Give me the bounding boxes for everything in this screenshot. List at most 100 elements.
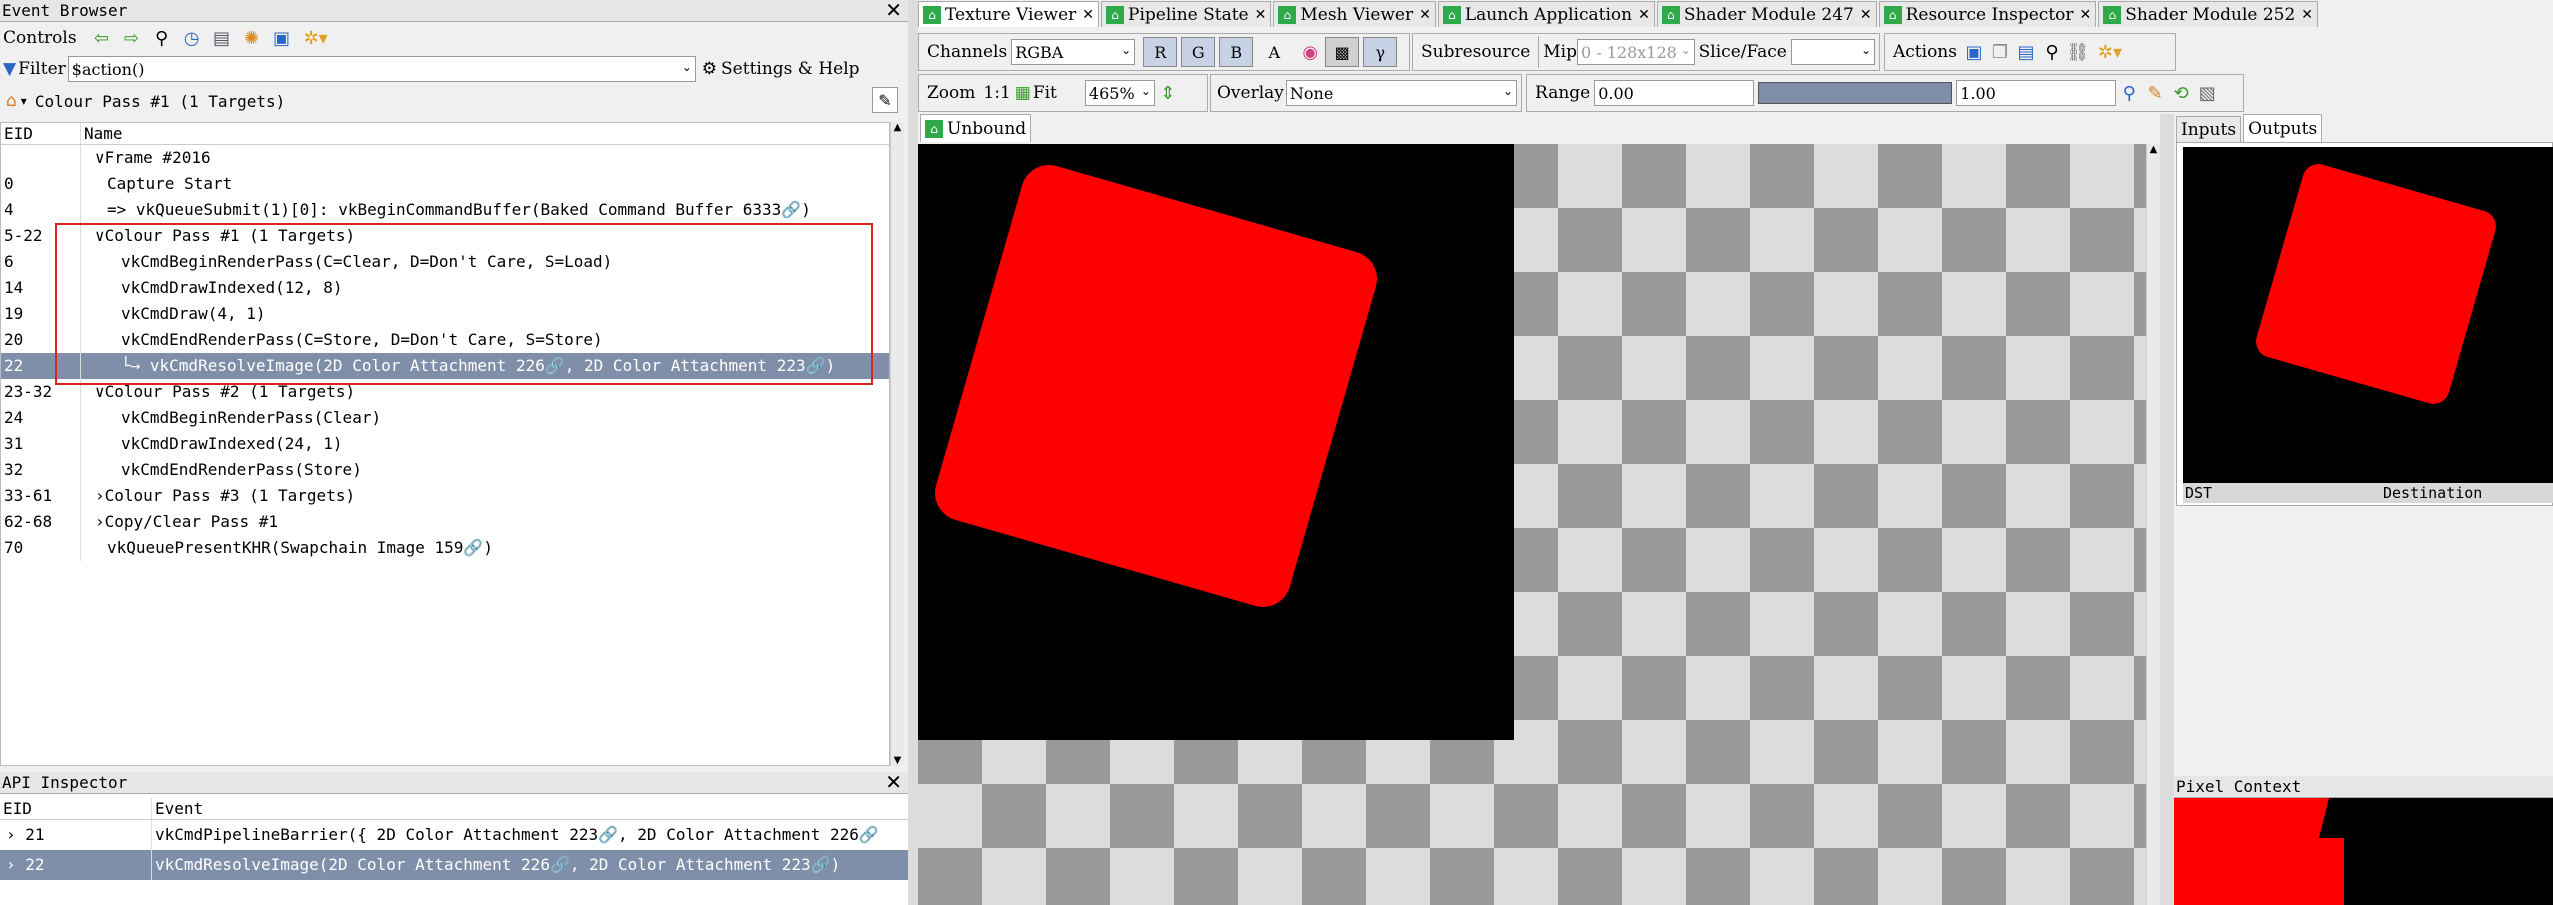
- auto-fit-icon[interactable]: ✎: [2142, 79, 2168, 107]
- event-row[interactable]: ∨Frame #2016: [1, 145, 889, 171]
- gear-icon[interactable]: ⚙: [702, 59, 717, 79]
- channel-a-toggle[interactable]: A: [1257, 37, 1292, 67]
- flag-icon[interactable]: ✺: [237, 24, 267, 52]
- close-icon[interactable]: ✕: [1082, 7, 1094, 23]
- tab-outputs[interactable]: Outputs: [2243, 114, 2323, 142]
- event-row[interactable]: 32 vkCmdEndRenderPass(Store): [1, 457, 889, 483]
- channel-b-toggle[interactable]: B: [1219, 37, 1254, 67]
- col-eid-header[interactable]: EID: [1, 123, 81, 144]
- output-thumbnail[interactable]: [2183, 147, 2553, 483]
- close-icon[interactable]: ✕: [2080, 7, 2092, 23]
- event-row[interactable]: 70 vkQueuePresentKHR(Swapchain Image 159🔗…: [1, 535, 889, 561]
- range-min-input[interactable]: 0.00: [1594, 80, 1755, 106]
- tab-texture-viewer[interactable]: ⌂ Texture Viewer ✕: [918, 1, 1099, 27]
- overlay-select[interactable]: None ⌄: [1285, 80, 1517, 106]
- event-row[interactable]: 33-61 ›Colour Pass #3 (1 Targets): [1, 483, 889, 509]
- close-icon[interactable]: ✕: [2301, 7, 2313, 23]
- zoom-select[interactable]: 465% ⌄: [1084, 80, 1155, 106]
- binoculars-icon[interactable]: ⚲: [147, 24, 177, 52]
- settings-dropdown-icon[interactable]: ✲▾: [297, 24, 335, 52]
- edit-icon[interactable]: ✎: [872, 87, 898, 113]
- name-cell: vkQueuePresentKHR(Swapchain Image 159🔗): [107, 538, 493, 557]
- event-row[interactable]: 62-68 ›Copy/Clear Pass #1: [1, 509, 889, 535]
- col-event-header[interactable]: Event: [152, 798, 203, 819]
- panel-splitter[interactable]: [908, 0, 918, 905]
- fit-button[interactable]: Fit: [1033, 83, 1057, 103]
- zoom-1to1-button[interactable]: 1:1: [983, 83, 1010, 103]
- color-wheel-icon[interactable]: ◉: [1295, 38, 1325, 66]
- close-icon[interactable]: ✕: [885, 771, 902, 793]
- gamma-toggle[interactable]: γ: [1363, 37, 1398, 67]
- histogram-icon[interactable]: ▧: [2194, 79, 2220, 107]
- binoculars-icon[interactable]: ⚲: [2039, 38, 2065, 66]
- settings-help-button[interactable]: Settings & Help: [721, 59, 860, 79]
- vertical-scrollbar[interactable]: ▲ ▼: [890, 122, 904, 766]
- channel-g-toggle[interactable]: G: [1181, 37, 1216, 67]
- save-icon[interactable]: ▣: [1961, 38, 1987, 66]
- vertical-scrollbar[interactable]: ▲: [2146, 144, 2160, 905]
- event-browser-toolbar: Controls ⇦ ⇨ ⚲ ◷ ▤ ✺ ▣ ✲▾: [0, 22, 908, 54]
- open-icon[interactable]: ▤: [2013, 38, 2039, 66]
- funnel-icon: ▼: [3, 59, 17, 79]
- col-name-header[interactable]: Name: [81, 123, 123, 144]
- copy-icon[interactable]: ❐: [1987, 38, 2013, 66]
- close-icon[interactable]: ✕: [885, 0, 902, 21]
- scroll-up-icon[interactable]: ▲: [2147, 144, 2160, 155]
- channel-r-toggle[interactable]: R: [1143, 37, 1178, 67]
- fit-icon[interactable]: ▦: [1015, 83, 1031, 103]
- tab-mesh-viewer[interactable]: ⌂ Mesh Viewer ✕: [1273, 1, 1436, 27]
- texture-tab-strip: ⌂ Unbound: [920, 114, 1033, 142]
- close-icon[interactable]: ✕: [1255, 7, 1267, 23]
- texture-canvas[interactable]: ▲: [918, 144, 2160, 905]
- bookmark-icon[interactable]: ▤: [207, 24, 237, 52]
- range-max-input[interactable]: 1.00: [1956, 80, 2117, 106]
- range-max-value: 1.00: [1960, 83, 1996, 103]
- home-icon[interactable]: ⌂: [6, 91, 17, 111]
- tab-shader-module-252[interactable]: ⌂ Shader Module 252 ✕: [2098, 1, 2319, 27]
- arrow-right-icon[interactable]: ⇨: [117, 24, 147, 52]
- scroll-up-icon[interactable]: ▲: [891, 122, 904, 133]
- chevron-right-icon[interactable]: ›: [6, 855, 25, 874]
- pixel-context-view[interactable]: [2174, 798, 2553, 905]
- name-cell: ›Copy/Clear Pass #1: [95, 512, 279, 531]
- range-slider[interactable]: [1758, 82, 1953, 104]
- channels-select[interactable]: RGBA ⌄: [1011, 39, 1136, 65]
- checkerboard-icon[interactable]: ▩: [1325, 37, 1360, 67]
- panel-splitter[interactable]: [2160, 114, 2174, 905]
- api-inspector-titlebar: API Inspector ✕: [0, 771, 908, 794]
- eid-cell: 4: [1, 197, 81, 223]
- close-icon[interactable]: ✕: [1860, 7, 1872, 23]
- tab-unbound[interactable]: ⌂ Unbound: [920, 114, 1032, 142]
- api-row[interactable]: › 21 vkCmdPipelineBarrier({ 2D Color Att…: [0, 820, 908, 850]
- red-quad-thumbnail: [2252, 160, 2500, 408]
- settings-dropdown-icon[interactable]: ✲▾: [2091, 38, 2129, 66]
- event-row[interactable]: 24 vkCmdBeginRenderPass(Clear): [1, 405, 889, 431]
- tab-resource-inspector[interactable]: ⌂ Resource Inspector ✕: [1878, 1, 2097, 27]
- tab-shader-module-247[interactable]: ⌂ Shader Module 247 ✕: [1656, 1, 1877, 27]
- zoom-range-icon[interactable]: ⚲: [2116, 79, 2142, 107]
- tab-pipeline-state[interactable]: ⌂ Pipeline State ✕: [1101, 1, 1272, 27]
- chevron-right-icon[interactable]: ›: [6, 825, 25, 844]
- filter-input[interactable]: $action() ⌄: [67, 56, 696, 82]
- chevron-down-icon[interactable]: ▾: [21, 94, 27, 108]
- close-icon[interactable]: ✕: [1419, 7, 1431, 23]
- save-icon[interactable]: ▣: [267, 24, 297, 52]
- scroll-down-icon[interactable]: ▼: [891, 755, 904, 766]
- api-row-selected[interactable]: › 22 vkCmdResolveImage(2D Color Attachme…: [0, 850, 908, 880]
- col-eid-header[interactable]: EID: [0, 798, 152, 819]
- event-row[interactable]: 31 vkCmdDrawIndexed(24, 1): [1, 431, 889, 457]
- arrow-left-icon[interactable]: ⇦: [87, 24, 117, 52]
- mip-select[interactable]: 0 - 128x128 ⌄: [1576, 39, 1695, 65]
- tab-inputs[interactable]: Inputs: [2176, 116, 2242, 142]
- event-row[interactable]: 4 => vkQueueSubmit(1)[0]: vkBeginCommandB…: [1, 197, 889, 223]
- link-icon[interactable]: ⛓: [2065, 38, 2091, 66]
- tab-launch-application[interactable]: ⌂ Launch Application ✕: [1437, 1, 1655, 27]
- slice-select[interactable]: ⌄: [1790, 39, 1876, 65]
- flip-icon[interactable]: ⇕: [1155, 79, 1181, 107]
- clock-icon[interactable]: ◷: [177, 24, 207, 52]
- breadcrumb-item[interactable]: Colour Pass #1 (1 Targets): [35, 92, 285, 111]
- event-row[interactable]: 0 Capture Start: [1, 171, 889, 197]
- eid-cell: 0: [1, 171, 81, 197]
- close-icon[interactable]: ✕: [1638, 7, 1650, 23]
- reset-range-icon[interactable]: ⟲: [2168, 79, 2194, 107]
